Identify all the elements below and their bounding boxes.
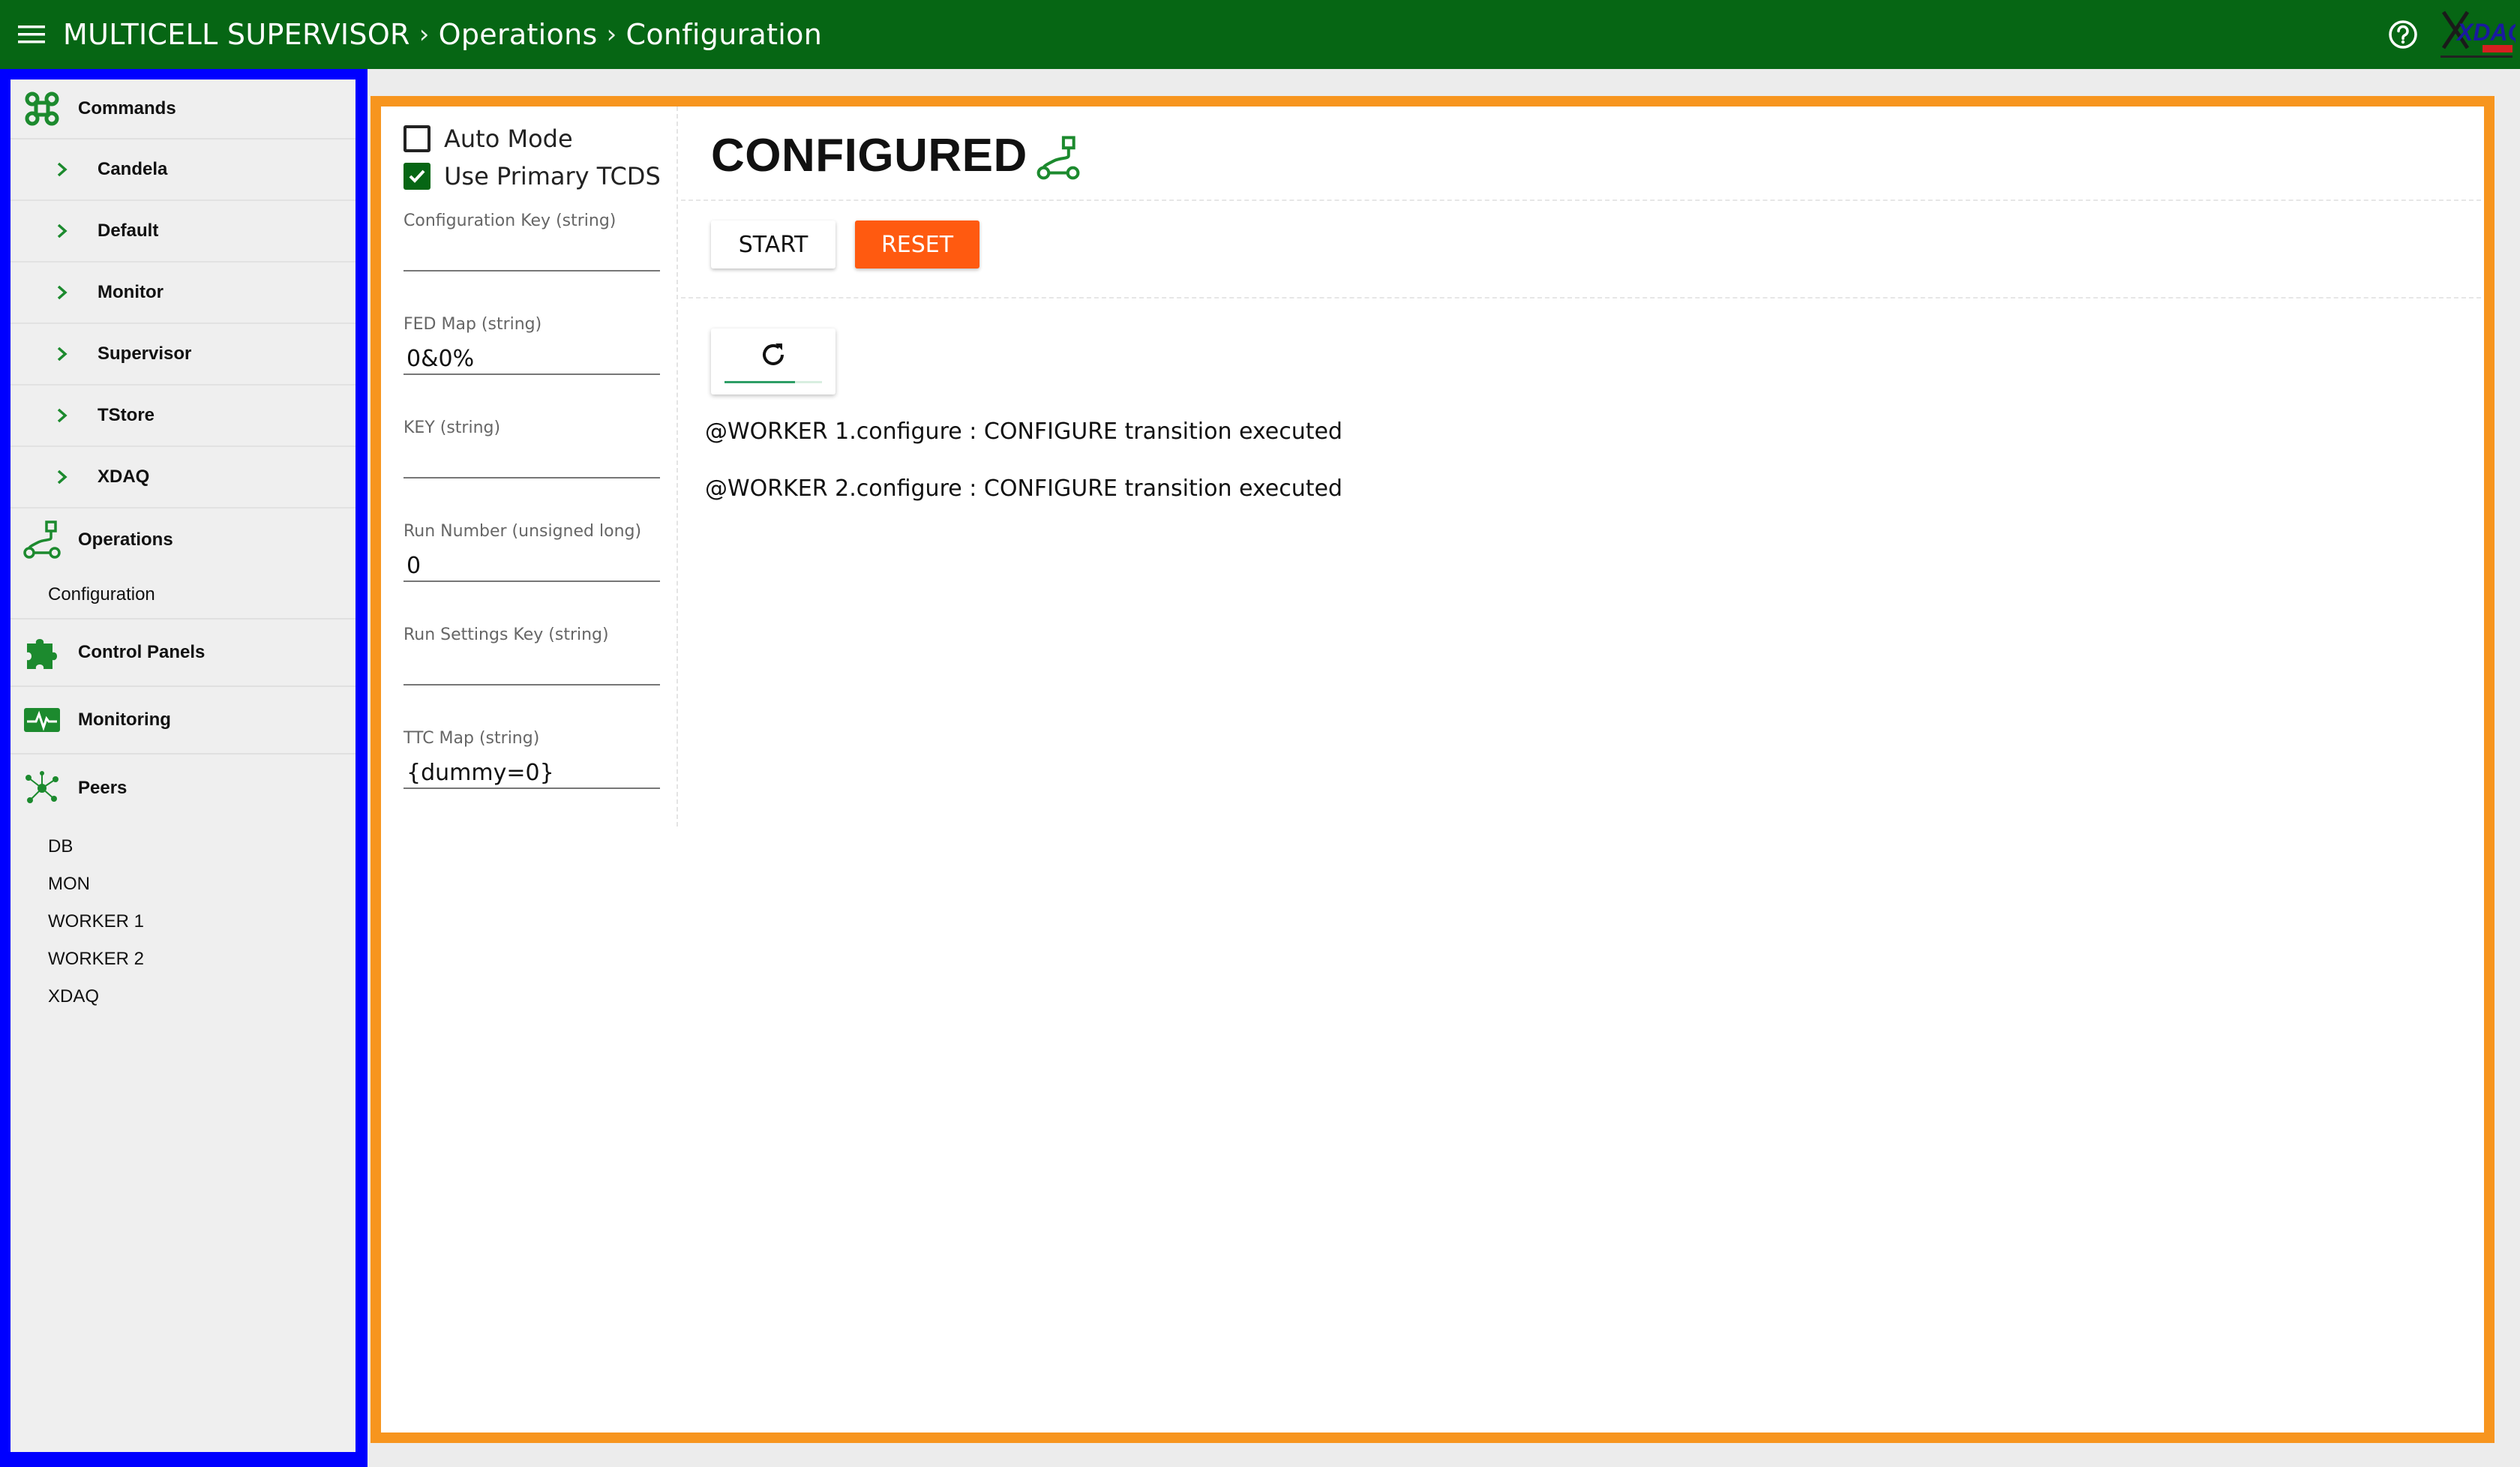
sidebar-item-default[interactable]: Default: [10, 201, 356, 262]
sidebar-item-candela[interactable]: Candela: [10, 140, 356, 201]
sidebar-peer-db[interactable]: DB: [10, 828, 356, 866]
section-divider: [681, 200, 2481, 201]
sidebar-peer-worker-2[interactable]: WORKER 2: [10, 940, 356, 978]
field-underline: [404, 684, 660, 686]
header-actions: XDAQ: [2368, 0, 2520, 69]
sidebar-item-tstore[interactable]: TStore: [10, 386, 356, 447]
flow-diagram-icon: [21, 519, 63, 561]
breadcrumb-separator-icon: ›: [606, 20, 617, 50]
chevron-right-icon: [56, 284, 98, 302]
log-line: @WORKER 1.configure : CONFIGURE transiti…: [705, 418, 1342, 445]
parameter-panel: Auto Mode Use Primary TCDS Configuration…: [393, 106, 678, 826]
sidebar-item-monitor[interactable]: Monitor: [10, 262, 356, 324]
progress-bar: [724, 381, 795, 383]
sidebar-label-control-panels: Control Panels: [78, 642, 206, 662]
heartbeat-monitor-icon: [21, 699, 63, 741]
breadcrumb-app[interactable]: MULTICELL SUPERVISOR: [63, 18, 410, 51]
reset-button[interactable]: RESET: [855, 220, 980, 268]
sidebar-section-operations[interactable]: Operations: [10, 508, 356, 572]
field-underline: [404, 270, 660, 272]
sidebar: Commands Candela Default Monitor Supervi…: [10, 80, 356, 1452]
breadcrumb: MULTICELL SUPERVISOR › Operations › Conf…: [63, 18, 822, 51]
breadcrumb-operations[interactable]: Operations: [439, 18, 598, 51]
sidebar-section-commands[interactable]: Commands: [10, 80, 356, 140]
sidebar-item-label: Supervisor: [98, 344, 192, 364]
sidebar-item-label: XDAQ: [98, 466, 150, 487]
run-settings-key-input[interactable]: [406, 654, 654, 684]
sidebar-item-label: TStore: [98, 405, 155, 425]
sidebar-item-label: Candela: [98, 159, 168, 179]
breadcrumb-separator-icon: ›: [418, 20, 430, 50]
start-button[interactable]: START: [711, 220, 836, 268]
sidebar-item-label: Default: [98, 220, 159, 241]
main-content-frame: Auto Mode Use Primary TCDS Configuration…: [370, 96, 2494, 1443]
chevron-right-icon: [56, 345, 98, 363]
field-underline: [404, 580, 660, 582]
network-nodes-icon: [21, 767, 63, 809]
auto-mode-label: Auto Mode: [444, 124, 573, 153]
refresh-button[interactable]: [711, 328, 836, 394]
chevron-right-icon: [56, 406, 98, 424]
sidebar-section-peers[interactable]: Peers: [10, 754, 356, 822]
run-number-input[interactable]: [406, 550, 654, 580]
xdaq-logo: XDAQ: [2438, 6, 2516, 63]
menu-icon[interactable]: [0, 0, 63, 69]
log-line: @WORKER 2.configure : CONFIGURE transiti…: [705, 476, 1342, 502]
key-input[interactable]: [406, 447, 654, 477]
fed-map-input[interactable]: [406, 344, 654, 374]
sidebar-label-peers: Peers: [78, 778, 128, 798]
fsm-state-title: CONFIGURED: [711, 130, 1028, 182]
sidebar-section-monitoring[interactable]: Monitoring: [10, 687, 356, 754]
sidebar-item-label: Monitor: [98, 282, 164, 302]
checkbox-unchecked-icon: [404, 125, 430, 152]
run-number-label: Run Number (unsigned long): [404, 522, 642, 541]
fed-map-label: FED Map (string): [404, 315, 542, 334]
sidebar-item-configuration[interactable]: Configuration: [10, 572, 356, 620]
key-field: KEY (string): [404, 418, 660, 478]
refresh-icon: [758, 339, 789, 374]
sidebar-frame: Commands Candela Default Monitor Supervi…: [0, 69, 368, 1467]
sidebar-item-supervisor[interactable]: Supervisor: [10, 324, 356, 386]
section-divider: [681, 297, 2481, 298]
flow-diagram-icon: [1035, 135, 1082, 182]
field-underline: [404, 374, 660, 375]
fed-map-field: FED Map (string): [404, 315, 660, 375]
checkbox-checked-icon: [404, 163, 430, 190]
top-app-bar: MULTICELL SUPERVISOR › Operations › Conf…: [0, 0, 2520, 69]
help-icon[interactable]: [2368, 0, 2438, 69]
field-underline: [404, 788, 660, 789]
auto-mode-checkbox[interactable]: Auto Mode: [393, 120, 676, 158]
puzzle-piece-icon: [21, 632, 63, 674]
chevron-right-icon: [56, 160, 98, 178]
sidebar-peer-xdaq[interactable]: XDAQ: [10, 978, 356, 1016]
ttc-map-field: TTC Map (string): [404, 729, 660, 789]
chevron-right-icon: [56, 222, 98, 240]
configuration-key-input[interactable]: [406, 240, 654, 270]
logo-text: XDAQ: [2456, 19, 2516, 46]
configuration-key-label: Configuration Key (string): [404, 212, 616, 230]
ttc-map-label: TTC Map (string): [404, 729, 540, 748]
sidebar-peer-mon[interactable]: MON: [10, 866, 356, 903]
command-key-icon: [21, 88, 63, 130]
run-settings-key-label: Run Settings Key (string): [404, 626, 609, 644]
sidebar-label-monitoring: Monitoring: [78, 710, 171, 730]
sidebar-item-xdaq[interactable]: XDAQ: [10, 447, 356, 508]
use-primary-tcds-checkbox[interactable]: Use Primary TCDS: [393, 158, 676, 195]
sidebar-peer-worker-1[interactable]: WORKER 1: [10, 903, 356, 940]
run-settings-key-field: Run Settings Key (string): [404, 626, 660, 686]
ttc-map-input[interactable]: [406, 758, 654, 788]
field-underline: [404, 477, 660, 478]
sidebar-section-control-panels[interactable]: Control Panels: [10, 620, 356, 687]
configuration-key-field: Configuration Key (string): [404, 212, 660, 272]
key-label: KEY (string): [404, 418, 501, 437]
use-primary-tcds-label: Use Primary TCDS: [444, 162, 661, 190]
chevron-right-icon: [56, 468, 98, 486]
run-number-field: Run Number (unsigned long): [404, 522, 660, 582]
breadcrumb-configuration[interactable]: Configuration: [626, 18, 822, 51]
sidebar-label-commands: Commands: [78, 98, 176, 118]
sidebar-label-operations: Operations: [78, 530, 173, 550]
